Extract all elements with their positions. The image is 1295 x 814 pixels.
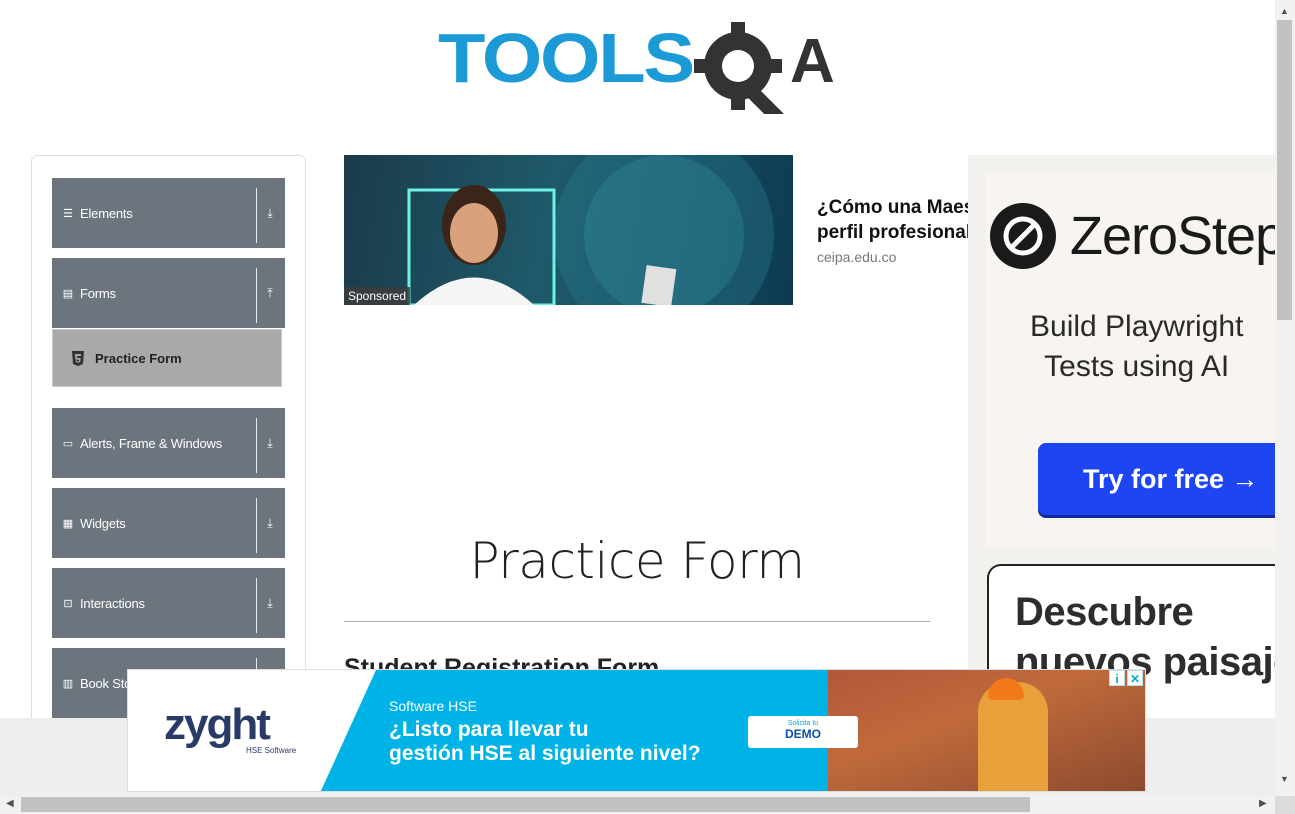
- ad-source: ceipa.edu.co: [817, 249, 897, 265]
- ad-image-art: [407, 155, 774, 305]
- sidebar-item-practice-form[interactable]: Practice Form: [52, 329, 282, 387]
- scroll-up-icon[interactable]: ▲: [1280, 6, 1289, 16]
- info-icon[interactable]: i: [1109, 670, 1125, 686]
- upload-icon: ⤒: [267, 286, 273, 300]
- horizontal-scrollbar[interactable]: ◀ ▶: [0, 796, 1275, 814]
- download-icon: ⤓: [267, 596, 273, 610]
- zerostep-logo: ZeroStep: [990, 203, 1275, 269]
- download-icon: ⤓: [267, 206, 273, 220]
- logo-a-text: A: [790, 27, 835, 96]
- divider: [344, 621, 930, 622]
- zyght-logo: zyght HSE Software: [164, 700, 296, 755]
- books-icon: ▥: [62, 677, 74, 690]
- zyght-question-line: ¿Listo para llevar tu: [389, 718, 589, 741]
- scroll-down-icon[interactable]: ▼: [1280, 774, 1289, 784]
- document-icon: ▤: [62, 287, 74, 300]
- sidebar-group-label: Interactions: [80, 595, 145, 611]
- sidebar: ☰ Elements ⤓ ▤ Forms ⤒ Practice Form ▭ A…: [31, 155, 306, 755]
- sidebar-group-label: Forms: [80, 285, 116, 301]
- divider: [256, 578, 257, 633]
- vertical-scrollbar-thumb[interactable]: [1277, 20, 1292, 320]
- logo-tools-text: TOOLS: [438, 19, 693, 97]
- ad-headline: ¿Cómo una Maestría eleva tu: [817, 197, 972, 218]
- sidebar-group-elements[interactable]: ☰ Elements ⤓: [52, 178, 285, 248]
- html5-icon: [72, 350, 84, 366]
- vertical-scrollbar[interactable]: ▲ ▼: [1275, 0, 1295, 796]
- toolsqa-logo[interactable]: TOOLS A: [438, 18, 840, 125]
- divider: [256, 188, 257, 243]
- zyght-brand: zyght: [164, 700, 271, 749]
- window-icon: ▭: [62, 437, 74, 450]
- zyght-question: ¿Listo para llevar tu gestión HSE al sig…: [389, 718, 701, 766]
- download-icon: ⤓: [267, 516, 273, 530]
- sponsored-badge: Sponsored: [344, 287, 411, 305]
- grid-icon: ▦: [62, 517, 74, 530]
- zerostep-brand: ZeroStep: [1070, 206, 1275, 266]
- scroll-left-icon[interactable]: ◀: [6, 798, 14, 809]
- hamburger-icon: ☰: [63, 207, 73, 220]
- sidebar-group-widgets[interactable]: ▦ Widgets ⤓: [52, 488, 285, 558]
- divider: [256, 268, 257, 323]
- scroll-right-icon[interactable]: ▶: [1259, 798, 1267, 809]
- zyght-brand-sub: HSE Software: [246, 746, 297, 755]
- zyght-kicker: Software HSE: [389, 698, 477, 714]
- zerostep-logo-icon: [990, 203, 1056, 269]
- demo-button-label: DEMO: [785, 727, 821, 741]
- zerostep-ad[interactable]: ZeroStep Build Playwright Tests using AI…: [968, 155, 1275, 715]
- sidebar-group-interactions[interactable]: ⊡ Interactions ⤓: [52, 568, 285, 638]
- try-for-free-button[interactable]: Try for free →: [1038, 443, 1275, 515]
- download-icon: ⤓: [267, 436, 273, 450]
- divider: [256, 498, 257, 553]
- sidebar-group-label: Elements: [80, 205, 133, 221]
- logo-gear-icon: [694, 22, 785, 125]
- zyght-worker-photo: [828, 670, 1145, 791]
- sponsored-ad-text[interactable]: ¿Cómo una Maestría eleva tu perfil profe…: [817, 195, 972, 265]
- scrollbar-corner: [1275, 796, 1295, 814]
- zyght-ad[interactable]: zyght HSE Software Software HSE ¿Listo p…: [127, 669, 1146, 792]
- zerostep-tagline-line: Tests using AI: [1044, 350, 1230, 383]
- demo-button[interactable]: Solicita tu DEMO: [748, 716, 858, 748]
- demo-button-small: Solicita tu: [787, 720, 819, 727]
- page-title: Practice Form: [469, 532, 805, 590]
- sidebar-group-label: Widgets: [80, 515, 126, 531]
- sidebar-group-forms[interactable]: ▤ Forms ⤒: [52, 258, 285, 328]
- horizontal-scrollbar-thumb[interactable]: [21, 797, 1030, 812]
- promo-card-line: Descubre: [1015, 590, 1194, 634]
- zerostep-tagline: Build Playwright Tests using AI: [1030, 307, 1243, 387]
- zerostep-tagline-line: Build Playwright: [1030, 310, 1244, 343]
- sidebar-group-alerts[interactable]: ▭ Alerts, Frame & Windows ⤓: [52, 408, 285, 478]
- zyght-question-line: gestión HSE al siguiente nivel?: [389, 742, 701, 765]
- ad-choices: i ✕: [1109, 670, 1143, 686]
- interaction-icon: ⊡: [63, 597, 73, 610]
- sponsored-ad-image[interactable]: Sponsored: [344, 155, 793, 305]
- ad-headline: perfil profesional?: [817, 222, 972, 243]
- sidebar-group-label: Alerts, Frame & Windows: [80, 435, 223, 451]
- close-icon[interactable]: ✕: [1127, 670, 1143, 686]
- sidebar-item-label: Practice Form: [95, 350, 182, 366]
- divider: [256, 418, 257, 473]
